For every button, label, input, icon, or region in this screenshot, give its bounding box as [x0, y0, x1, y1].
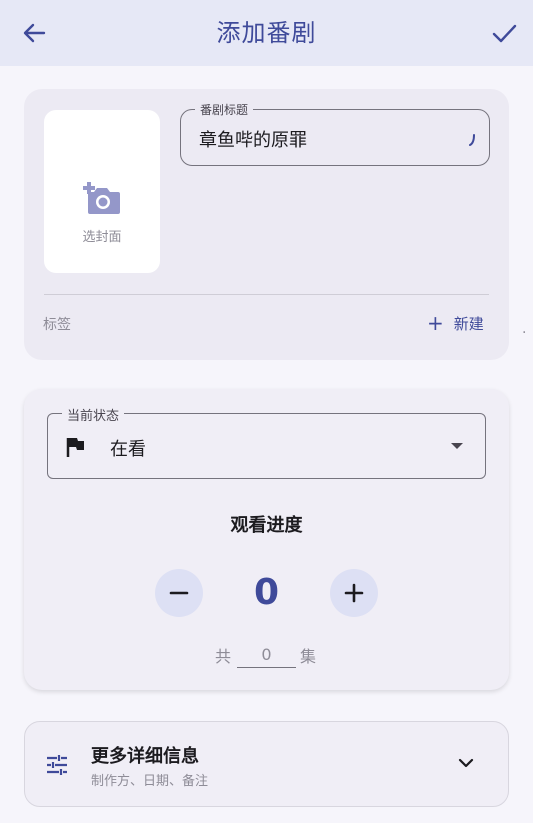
watch-status-card: 当前状态 在看 观看进度 0 共 0 集 [24, 389, 509, 690]
title-input[interactable]: 番剧标题 章鱼哔的原罪 [180, 101, 490, 166]
tune-icon [47, 755, 67, 775]
progress-value: 0 [253, 572, 280, 613]
total-episodes-input[interactable]: 0 [237, 641, 296, 668]
title-input-value: 章鱼哔的原罪 [199, 130, 307, 151]
status-dropdown-label: 当前状态 [62, 405, 125, 424]
total-episodes-row: 共 0 集 [24, 641, 509, 669]
status-value: 在看 [110, 439, 146, 460]
new-tag-label: 新建 [453, 314, 484, 333]
divider [44, 294, 489, 295]
minus-icon [169, 591, 189, 595]
new-tag-button[interactable]: + 新建 . [427, 311, 526, 337]
cover-picker[interactable]: 选封面 [44, 110, 160, 273]
add-photo-icon [83, 182, 120, 214]
total-suffix: 集 [300, 647, 317, 666]
scroll-indicator: . [522, 321, 527, 337]
more-details-expander[interactable]: 更多详细信息 制作方、日期、备注 [24, 721, 509, 807]
flag-icon [66, 438, 84, 457]
more-details-subtitle: 制作方、日期、备注 [91, 774, 209, 789]
progress-title: 观看进度 [230, 515, 303, 536]
page-title: 添加番剧 [216, 19, 317, 47]
decrement-button[interactable] [155, 569, 203, 617]
plus-icon [344, 583, 364, 603]
cover-label: 选封面 [82, 230, 122, 245]
more-details-title: 更多详细信息 [91, 746, 199, 767]
total-prefix: 共 [215, 647, 232, 666]
basic-info-card: 选封面 番剧标题 章鱼哔的原罪 标签 + 新建 . [24, 89, 526, 360]
increment-button[interactable] [330, 569, 378, 617]
chevron-down-icon [458, 758, 474, 768]
title-input-label: 番剧标题 [195, 101, 254, 118]
check-icon[interactable] [488, 17, 520, 49]
text-handle-icon [469, 134, 475, 146]
plus-icon: + [427, 311, 444, 335]
status-dropdown[interactable]: 当前状态 在看 [47, 405, 486, 479]
tags-label: 标签 [43, 317, 71, 333]
top-app-bar: 添加番剧 [0, 0, 533, 66]
caret-down-icon [451, 443, 463, 449]
